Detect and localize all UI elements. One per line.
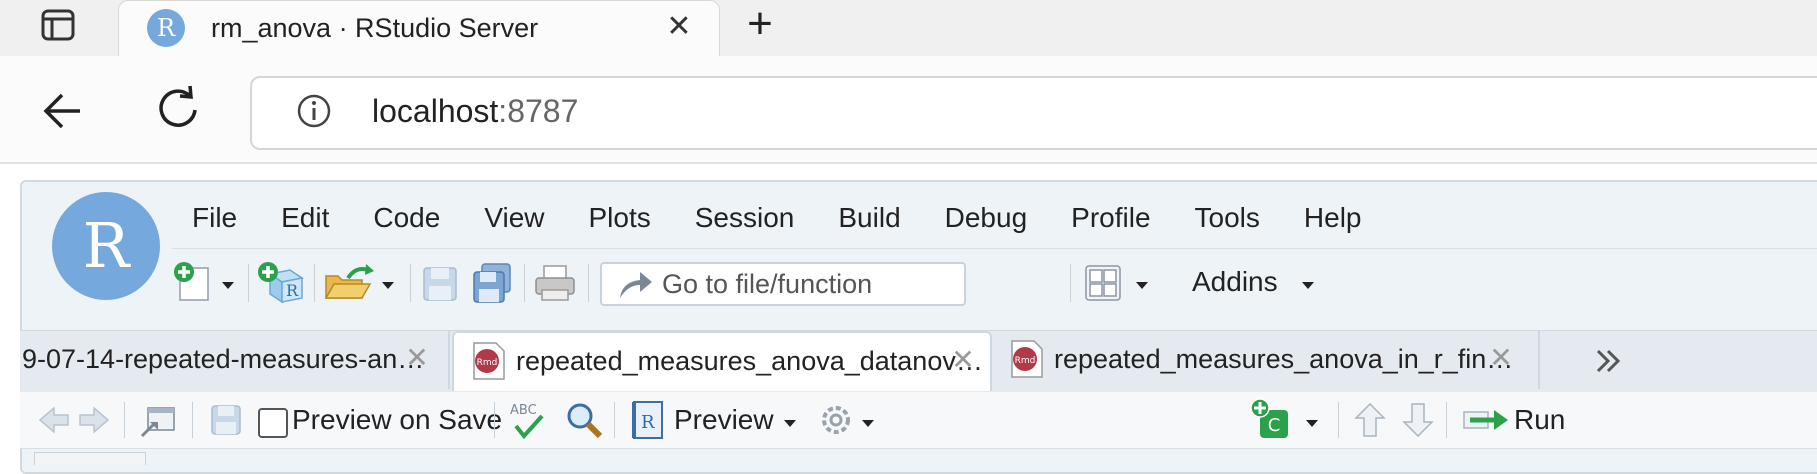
r-logo-icon: R [52,192,160,300]
addins-dropdown-icon[interactable] [1298,262,1322,304]
toolbar-separator [1338,402,1339,438]
toolbar-separator [192,402,193,438]
reload-icon[interactable] [150,84,210,136]
save-icon [206,398,246,442]
menu-help[interactable]: Help [1282,198,1384,238]
info-icon[interactable] [296,93,332,129]
run-button[interactable]: Run [1514,402,1565,438]
editor-tab-active[interactable]: Rmd repeated_measures_anova_datanov… ✕ [452,331,992,391]
toolbar-separator [314,264,315,302]
toolbar-separator [524,264,525,302]
browser-tab-strip: R rm_anova · RStudio Server ✕ + [0,0,1817,65]
save-icon [418,262,462,304]
svg-text:R: R [641,412,655,433]
preview-button[interactable]: Preview [674,402,774,438]
editor-tab-label: repeated_measures_anova_in_r_fin… [1054,344,1514,374]
editor-line-gutter [34,452,146,465]
chunk-letter: C [1268,415,1281,436]
url-text: localhost:8787 [372,89,578,133]
tab-actions-icon[interactable] [40,7,76,43]
show-in-window-icon[interactable] [136,398,180,442]
menu-edit[interactable]: Edit [259,198,351,238]
pane-layout-button[interactable] [1082,262,1162,304]
menu-tools[interactable]: Tools [1173,198,1282,238]
close-tab-icon[interactable]: ✕ [659,7,699,47]
addins-menu[interactable]: Addins [1192,262,1278,302]
run-arrow-icon[interactable] [1460,398,1512,442]
insert-chunk-button[interactable]: C [1248,398,1328,442]
rmd-file-icon: Rmd [472,341,506,381]
toolbar-separator [410,264,411,302]
menu-code[interactable]: Code [351,198,462,238]
editor-tab-bar: 9-07-14-repeated-measures-an… ✕ Rmd repe… [20,330,1817,393]
toolbar-separator [248,264,249,302]
close-tab-icon[interactable]: ✕ [402,343,432,373]
editor-tab-label: repeated_measures_anova_datanov… [516,346,983,376]
editor-tab-label: 9-07-14-repeated-measures-an… [22,344,425,374]
goto-arrow-icon [616,268,656,300]
toolbar-separator [494,402,495,438]
knit-notebook-icon[interactable]: R [626,398,670,442]
editor-tab[interactable]: Rmd repeated_measures_anova_in_r_fin… ✕ [992,331,1540,389]
spellcheck-text: ABC [510,403,537,418]
toolbar-separator [614,402,615,438]
new-tab-button[interactable]: + [736,2,784,48]
rmd-icon-text: Rmd [1015,356,1036,366]
goto-file-function-input[interactable]: Go to file/function [600,262,966,306]
close-tab-icon[interactable]: ✕ [1486,343,1516,373]
preview-on-save-checkbox[interactable] [258,408,288,438]
back-source-icon[interactable] [36,398,72,442]
r-favicon-icon: R [147,9,185,47]
url-host: localhost [372,93,499,129]
editor-tab[interactable]: 9-07-14-repeated-measures-an… ✕ [20,331,450,389]
next-chunk-icon[interactable] [1398,398,1438,442]
toolbar-separator [1070,264,1071,302]
spellcheck-icon[interactable]: ABC [506,398,552,442]
menu-profile[interactable]: Profile [1049,198,1172,238]
menu-bar: File Edit Code View Plots Session Build … [192,198,1384,238]
menu-debug[interactable]: Debug [923,198,1050,238]
address-bar[interactable]: localhost:8787 [250,76,1817,150]
new-project-icon[interactable]: R [256,262,306,304]
goto-placeholder: Go to file/function [662,269,873,299]
rmd-file-icon: Rmd [1010,339,1044,379]
menu-session[interactable]: Session [673,198,817,238]
main-toolbar: R Go to file/function Addins [172,254,1817,314]
menu-plots[interactable]: Plots [567,198,673,238]
more-tabs-icon[interactable] [1592,345,1632,377]
editor-toolbar: Preview on Save ABC R Preview C Run [20,392,1817,449]
print-icon[interactable] [532,262,580,304]
menu-build[interactable]: Build [816,198,922,238]
menu-view[interactable]: View [462,198,566,238]
gear-icon[interactable] [816,398,888,442]
preview-on-save-label: Preview on Save [292,404,503,435]
rmd-icon-text: Rmd [477,358,498,368]
toolbar-separator [124,402,125,438]
toolbar-separator [588,264,589,302]
forward-source-icon[interactable] [76,398,112,442]
preview-dropdown-icon[interactable] [780,398,804,442]
new-file-button[interactable] [172,262,242,304]
previous-chunk-icon[interactable] [1350,398,1390,442]
toolbar-separator [1446,402,1447,438]
browser-tab-title: rm_anova · RStudio Server [211,13,539,43]
open-file-button[interactable] [322,262,402,304]
menu-file[interactable]: File [192,198,259,238]
svg-text:R: R [286,281,299,300]
browser-toolbar: localhost:8787 [0,56,1817,164]
menu-divider [172,248,1817,249]
close-tab-icon[interactable]: ✕ [948,345,978,375]
save-all-icon [468,262,516,304]
url-port: :8787 [498,93,579,129]
back-arrow-icon[interactable] [40,86,100,136]
find-replace-icon[interactable] [562,398,606,442]
